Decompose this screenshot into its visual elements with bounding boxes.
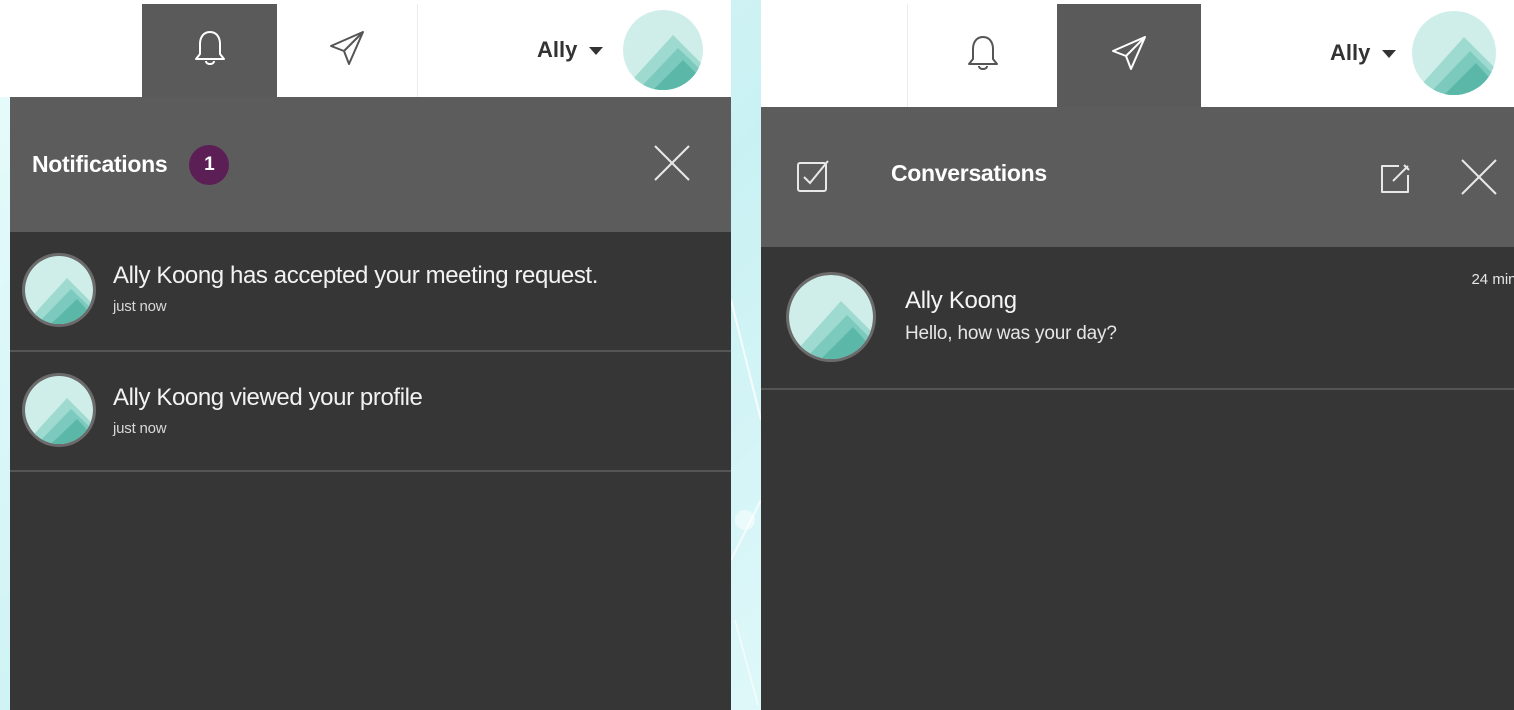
checkbox-icon [795, 158, 831, 199]
conversation-time: 24 mins [1471, 271, 1514, 288]
close-button[interactable] [652, 144, 692, 187]
panel-title: Conversations [891, 160, 1047, 186]
send-icon [1109, 33, 1149, 78]
caret-down-icon [589, 47, 604, 55]
compose-button[interactable] [1377, 163, 1413, 199]
notifications-tab[interactable] [142, 4, 277, 97]
user-avatar[interactable] [1412, 11, 1497, 95]
caret-down-icon [1382, 50, 1397, 58]
notifications-list: Ally Koong has accepted your meeting req… [10, 232, 731, 710]
notifications-panel: Ally Notifications 1 Ally Koong has acce… [0, 0, 731, 710]
notification-text: Ally Koong viewed your profile [113, 384, 423, 411]
conversation-avatar [786, 272, 876, 362]
conversation-item[interactable]: Ally Koong Hello, how was your day? 24 m… [761, 247, 1514, 390]
notification-item[interactable]: Ally Koong has accepted your meeting req… [10, 232, 731, 352]
notifications-header: Notifications 1 [10, 97, 731, 232]
user-avatar[interactable] [623, 10, 704, 90]
user-name: Ally [537, 37, 578, 62]
notification-time: just now [113, 420, 167, 437]
conversation-preview: Hello, how was your day? [905, 323, 1117, 344]
conversations-header: Conversations [761, 107, 1514, 247]
user-menu[interactable]: Ally [1330, 11, 1497, 95]
user-name: Ally [1330, 40, 1371, 65]
close-icon [1460, 158, 1498, 201]
panel-title: Notifications [32, 151, 168, 177]
conversation-name: Ally Koong [905, 287, 1017, 314]
notification-text: Ally Koong has accepted your meeting req… [113, 262, 598, 289]
messages-tab[interactable] [277, 4, 417, 97]
bell-icon [192, 28, 228, 73]
notification-item[interactable]: Ally Koong viewed your profile just now [10, 352, 731, 472]
conversations-list: Ally Koong Hello, how was your day? 24 m… [761, 247, 1514, 710]
send-icon [327, 28, 367, 73]
compose-icon [1377, 161, 1413, 202]
notification-time: just now [113, 298, 167, 315]
notification-avatar [22, 253, 96, 327]
messages-tab[interactable] [1057, 4, 1201, 107]
notification-count-badge: 1 [189, 144, 230, 185]
conversations-panel: Ally Conversations Ally Koong Hello, how… [761, 0, 1514, 710]
top-bar: Ally [761, 0, 1514, 107]
notification-avatar [22, 373, 96, 447]
topbar-divider [417, 4, 419, 97]
user-menu[interactable]: Ally [537, 10, 704, 90]
close-button[interactable] [1459, 158, 1499, 201]
top-bar: Ally [0, 0, 731, 97]
bell-icon [965, 33, 1001, 78]
notifications-tab[interactable] [908, 4, 1057, 107]
close-icon [653, 144, 691, 187]
select-button[interactable] [795, 158, 831, 199]
